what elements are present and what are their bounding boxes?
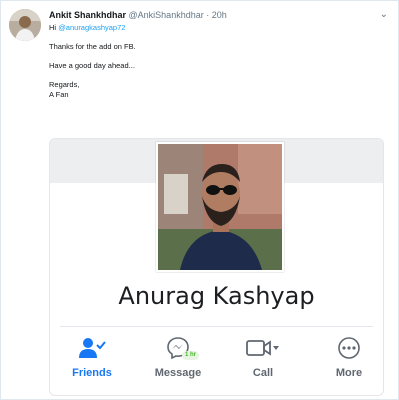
friends-button[interactable]: Friends [57,336,127,379]
more-button[interactable]: More [314,336,383,379]
tweet-line: Thanks for the add on FB. [49,42,136,51]
messenger-icon [143,336,213,360]
author-name[interactable]: Ankit Shankhdhar [49,10,126,20]
greeting-text: Hi [49,23,57,32]
separator-dot: · [206,10,210,20]
tweet-line: Have a good day ahead... [49,61,135,70]
message-label: Message [154,367,202,379]
author-handle[interactable]: @AnkiShankhdhar [129,10,204,20]
divider [60,326,373,327]
call-button[interactable]: Call [228,336,298,379]
tweet-header: Ankit Shankhdhar @AnkiShankhdhar · 20h [49,10,227,20]
tweet-card: Ankit Shankhdhar @AnkiShankhdhar · 20h ⌄… [0,0,399,400]
tweet-line: A Fan [49,90,69,99]
more-icon [314,336,383,360]
chevron-down-icon[interactable]: ⌄ [380,9,388,20]
friends-label: Friends [72,367,112,379]
tweet-timestamp[interactable]: 20h [212,10,227,20]
tweet-line: Regards, [49,80,80,89]
avatar[interactable] [9,9,41,41]
mention-link[interactable]: @anuragkashyap72 [58,23,125,32]
video-call-icon [228,336,298,360]
message-button[interactable]: 1 hr Message [143,336,213,379]
profile-photo [156,142,284,272]
facebook-profile-screenshot[interactable]: Anurag Kashyap Friends 1 hr Message Call… [49,138,384,396]
call-label: Call [252,367,274,379]
friends-check-icon [57,336,127,360]
tweet-text: Hi @anuragkashyap72 Thanks for the add o… [49,23,379,100]
profile-name: Anurag Kashyap [118,282,315,310]
online-badge: 1 hr [182,351,200,360]
more-label: More [335,367,363,379]
